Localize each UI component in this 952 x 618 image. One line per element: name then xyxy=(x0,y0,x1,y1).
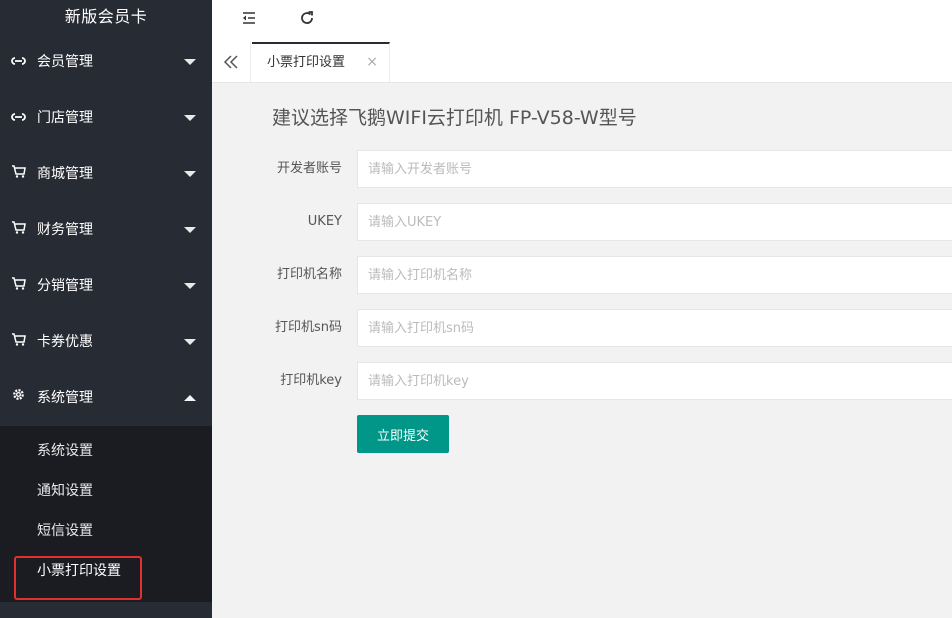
sidebar-item-finance[interactable]: 财务管理 xyxy=(0,202,212,258)
field-label: 打印机sn码 xyxy=(274,320,342,335)
form-row-printer-sn: 打印机sn码 xyxy=(212,309,952,347)
cart-icon xyxy=(11,314,27,370)
form-row-printer-key: 打印机key xyxy=(212,362,952,400)
page-title: 建议选择飞鹅WIFI云打印机 FP-V58-W型号 xyxy=(272,107,637,129)
refresh-icon[interactable] xyxy=(298,9,322,31)
submit-button[interactable]: 立即提交 xyxy=(357,415,449,453)
cart-icon xyxy=(11,146,27,202)
sidebar: 新版会员卡 会员管理 门店管理 商城管理 财务管理 分销管理 卡券优惠 系统管理… xyxy=(0,0,212,618)
sidebar-item-store[interactable]: 门店管理 xyxy=(0,90,212,146)
sidebar-item-mall[interactable]: 商城管理 xyxy=(0,146,212,202)
submenu-system: 系统设置 通知设置 短信设置 小票打印设置 xyxy=(0,426,212,602)
sidebar-item-system[interactable]: 系统管理 xyxy=(0,370,212,426)
link-icon xyxy=(11,34,27,90)
submenu-item-sms-settings[interactable]: 短信设置 xyxy=(0,512,212,552)
sidebar-item-distribution[interactable]: 分销管理 xyxy=(0,258,212,314)
chevron-down-icon xyxy=(184,283,196,289)
menu-fold-icon[interactable] xyxy=(240,9,264,31)
printer-name-input[interactable] xyxy=(357,256,952,294)
sidebar-item-member[interactable]: 会员管理 xyxy=(0,34,212,90)
tab-receipt-print-settings[interactable]: 小票打印设置 × xyxy=(252,42,390,82)
printer-sn-input[interactable] xyxy=(357,309,952,347)
link-icon xyxy=(11,90,27,146)
sidebar-bottom xyxy=(0,603,212,618)
cart-icon xyxy=(11,202,27,258)
double-chevron-left-icon xyxy=(223,55,238,69)
chevron-down-icon xyxy=(184,227,196,233)
sidebar-item-coupon[interactable]: 卡券优惠 xyxy=(0,314,212,370)
field-label: 打印机key xyxy=(280,373,342,388)
submenu-item-system-settings[interactable]: 系统设置 xyxy=(0,432,212,472)
chevron-down-icon xyxy=(184,59,196,65)
submenu-item-notify-settings[interactable]: 通知设置 xyxy=(0,472,212,512)
gear-icon xyxy=(11,370,27,426)
field-label: UKEY xyxy=(307,214,342,229)
top-header xyxy=(212,0,952,43)
form-row-developer-account: 开发者账号 xyxy=(212,150,952,188)
tab-scroll-left-button[interactable] xyxy=(212,42,251,82)
app-logo-title: 新版会员卡 xyxy=(64,7,148,26)
field-label: 开发者账号 xyxy=(276,161,342,176)
submenu-item-receipt-print-settings[interactable]: 小票打印设置 xyxy=(0,552,212,592)
developer-account-input[interactable] xyxy=(357,150,952,188)
printer-key-input[interactable] xyxy=(357,362,952,400)
close-icon[interactable]: × xyxy=(366,44,378,81)
cart-icon xyxy=(11,258,27,314)
main-content: 建议选择飞鹅WIFI云打印机 FP-V58-W型号 开发者账号 UKEY 打印机… xyxy=(212,83,952,618)
tab-bar: 小票打印设置 × xyxy=(212,42,952,83)
chevron-down-icon xyxy=(184,171,196,177)
field-label: 打印机名称 xyxy=(276,267,342,282)
chevron-up-icon xyxy=(184,395,196,401)
form-row-ukey: UKEY xyxy=(212,203,952,241)
chevron-down-icon xyxy=(184,339,196,345)
chevron-down-icon xyxy=(184,115,196,121)
form-row-printer-name: 打印机名称 xyxy=(212,256,952,294)
ukey-input[interactable] xyxy=(357,203,952,241)
tab-label: 小票打印设置 xyxy=(267,55,346,70)
